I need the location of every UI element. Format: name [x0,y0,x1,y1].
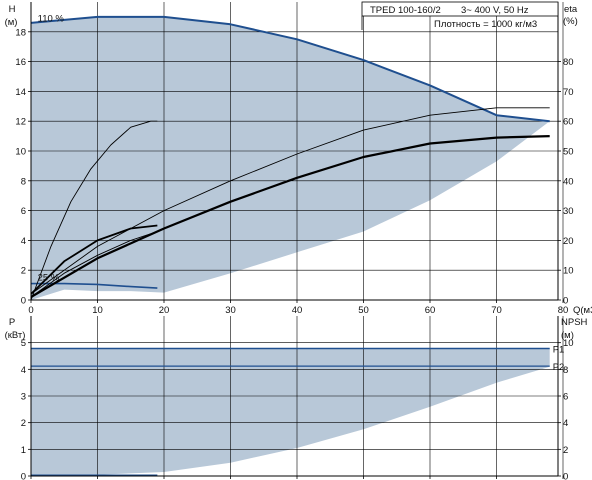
axis-title-npsh: NPSH [561,317,588,328]
tick-label-eta: 10 [563,266,574,277]
tick-label-npsh: 2 [563,445,568,456]
head-operating-area [31,16,550,301]
tick-label-q: 20 [159,305,170,316]
tick-label-eta: 60 [563,117,574,128]
axis-unit-npsh: (м) [561,330,574,341]
tick-label-eta: 20 [563,236,574,247]
tick-label-h: 18 [15,27,26,38]
tick-label-q: 50 [358,305,369,316]
axis-title-p: P [9,317,15,328]
header-box: TPED 100-160/2 3~ 400 V, 50 Hz Плотность… [361,1,559,30]
tick-label-h: 10 [15,147,26,158]
pump-curve-svg: 024681012141618H(м)01020304050607080eta(… [5,1,592,480]
annotation-25pct: 25 % [38,273,60,284]
bottom-operating-region [31,348,550,476]
tick-label-q: 80 [558,305,569,316]
top-operating-region [31,16,550,301]
axis-unit-h: (м) [5,17,18,28]
tick-label-q: 60 [425,305,436,316]
tick-label-p: 4 [21,365,26,376]
model-label: TPED 100-160/2 [370,5,441,16]
annotation-110pct: 110 % [38,14,65,25]
tick-label-p: 0 [21,472,26,480]
tick-label-h: 12 [15,117,26,128]
tick-label-eta: 30 [563,206,574,217]
tick-label-npsh: 0 [563,472,568,480]
tick-label-q: 10 [92,305,103,316]
tick-label-npsh: 6 [563,392,568,403]
tick-label-h: 2 [21,266,26,277]
series-label-p1: P1 [553,345,565,356]
tick-label-eta: 70 [563,87,574,98]
tick-label-h: 14 [15,87,26,98]
power-operating-area [31,348,550,476]
tick-label-eta: 50 [563,147,574,158]
tick-label-q: 30 [225,305,236,316]
tick-label-eta: 40 [563,176,574,187]
tick-label-p: 2 [21,418,26,429]
tick-label-p: 1 [21,445,26,456]
axis-title-q: Q(м3/ч) [573,305,592,316]
tick-label-npsh: 4 [563,418,568,429]
tick-label-h: 4 [21,236,26,247]
axis-title-eta: eta [564,4,578,15]
tick-label-p: 3 [21,392,26,403]
density-label: Плотность = 1000 кг/м3 [434,19,537,30]
power-label: 3~ 400 V, 50 Hz [461,5,529,16]
tick-label-h: 6 [21,206,26,217]
tick-label-eta: 80 [563,57,574,68]
tick-label-q: 70 [491,305,502,316]
tick-label-q: 40 [292,305,303,316]
axis-unit-p: (кВт) [5,330,26,341]
tick-label-h: 16 [15,57,26,68]
axis-title-h: H [9,4,16,15]
series-label-p2: P2 [553,362,565,373]
tick-label-h: 8 [21,176,26,187]
axis-unit-eta: (%) [563,16,578,27]
tick-label-q: 0 [28,305,33,316]
pump-curve-chart: 0 2 4 6 8 10 12 14 16 18 H (м) 0 10 20 30 40 50 60 70 80 eta(… [0,0,592,480]
tick-label-h: 0 [21,296,26,307]
